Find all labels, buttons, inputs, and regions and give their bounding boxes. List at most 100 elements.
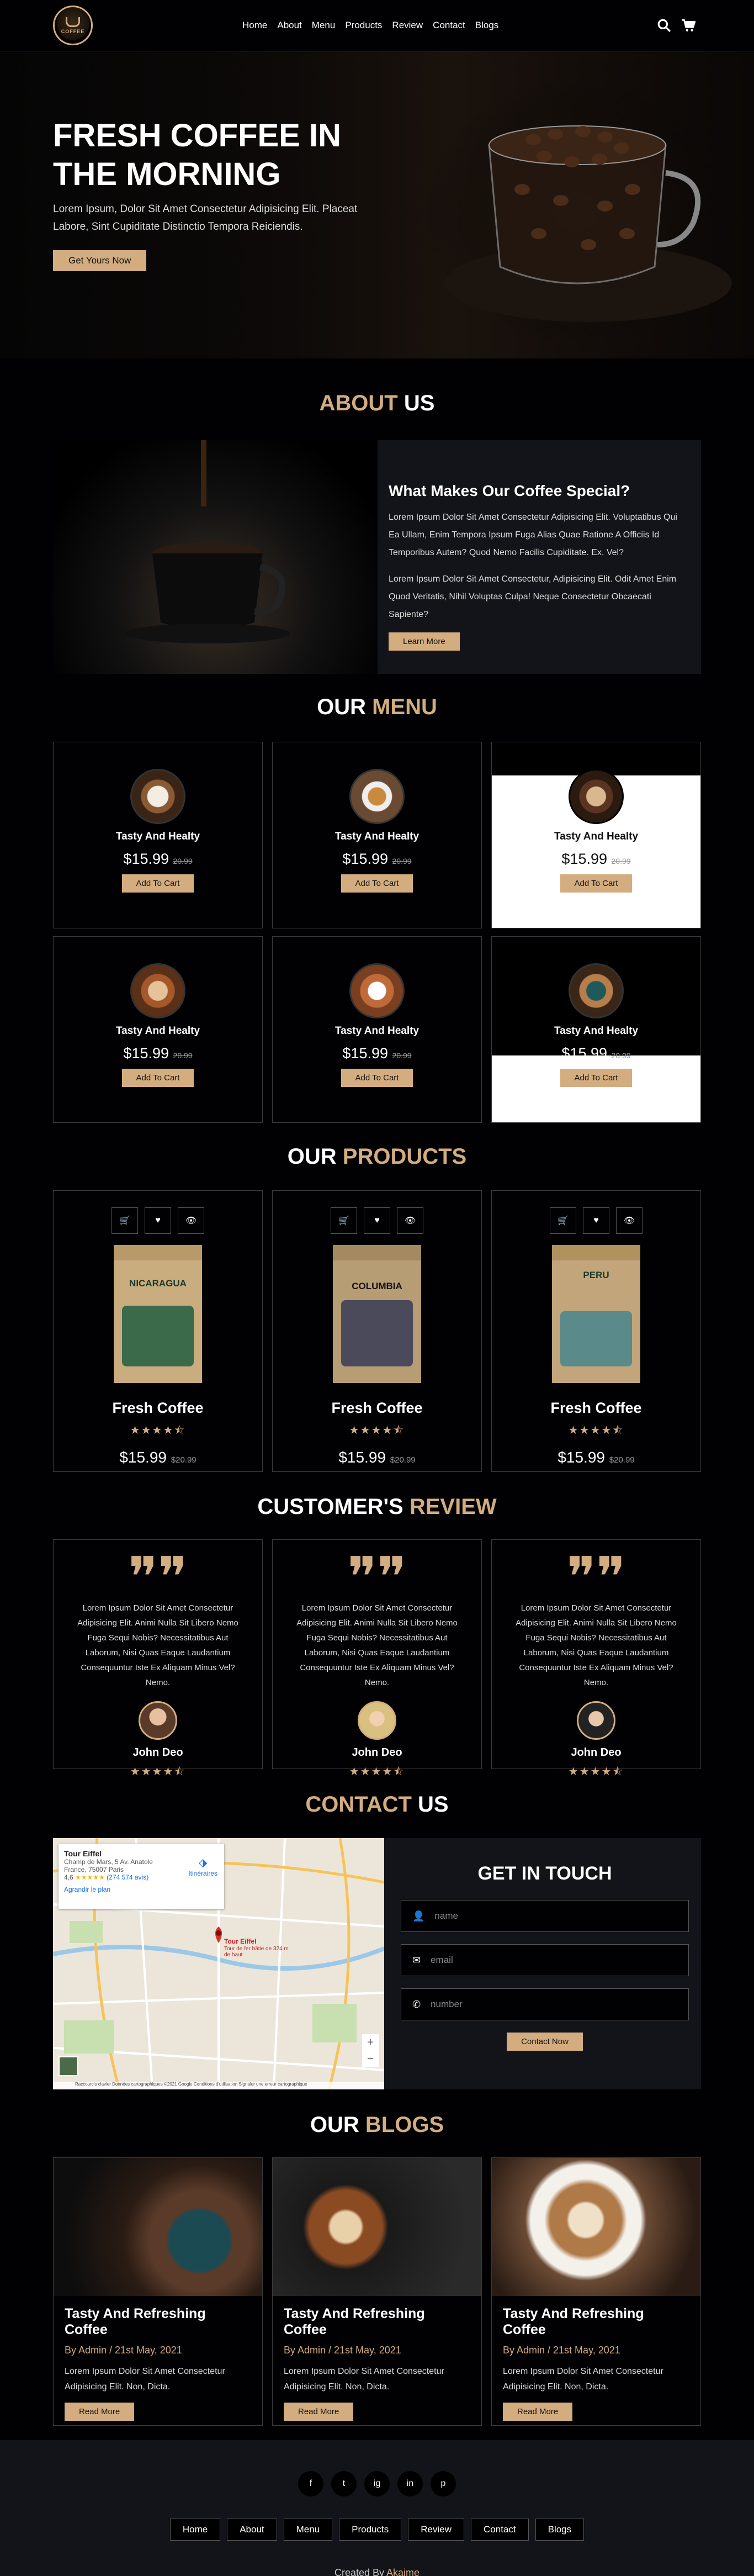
menu-card-hover: Tasty And Healty $15.99 20.99 Add To Car…	[491, 936, 701, 1123]
review-text: Lorem Ipsum Dolor Sit Amet Consectetur A…	[77, 1603, 238, 1687]
blog-card: Tasty And Refreshing Coffee By Admin / 21…	[491, 2157, 701, 2426]
product-card: 🛒 ♥ 👁 NICARAGUA Fresh Coffee ★★★★⯪ $15.99 …	[53, 1190, 263, 1472]
menu-grid: Tasty And Healty $15.99 20.99 Add To Car…	[53, 742, 701, 1123]
enlarge-map-link[interactable]: Agrandir le plan	[64, 1886, 219, 1893]
learn-more-button[interactable]: Learn More	[389, 632, 460, 651]
add-to-cart-button[interactable]: Add To Cart	[560, 874, 633, 893]
social-links: f t ig in p	[0, 2440, 754, 2496]
linkedin-icon[interactable]: in	[397, 2471, 423, 2496]
add-to-cart-button[interactable]: Add To Cart	[121, 1069, 194, 1087]
footer-link-home[interactable]: Home	[169, 2519, 221, 2541]
footer-link-review[interactable]: Review	[408, 2519, 465, 2541]
map-info-card: Tour Eiffel Champ de Mars, 5 Av. Anatole…	[59, 1844, 224, 1909]
blog-meta: By Admin / 21st May, 2021	[65, 2345, 182, 2356]
heart-icon[interactable]: ♥	[364, 1207, 390, 1234]
blogs-grid: Tasty And Refreshing Coffee By Admin / 21…	[53, 2157, 701, 2426]
add-to-cart-button[interactable]: Add To Cart	[341, 874, 413, 893]
credit: Created By Akaime	[334, 2567, 420, 2576]
add-to-cart-button[interactable]: Add To Cart	[121, 874, 194, 893]
cart-icon[interactable]: 🛒	[331, 1207, 357, 1234]
phone-icon: ✆	[412, 1998, 421, 2010]
footer-link-products[interactable]: Products	[339, 2519, 402, 2541]
menu-item-name: Tasty And Healty	[334, 1025, 420, 1037]
menu-item-price: $15.99 20.99	[561, 1045, 631, 1062]
menu-item-image	[349, 963, 405, 1018]
nav-blogs[interactable]: Blogs	[475, 20, 499, 31]
eye-icon[interactable]: 👁	[178, 1207, 204, 1234]
read-more-button[interactable]: Read More	[503, 2403, 573, 2421]
name-input[interactable]: 👤 name	[401, 1900, 689, 1932]
satellite-toggle[interactable]	[59, 2056, 78, 2076]
pinterest-icon[interactable]: p	[431, 2471, 456, 2496]
blog-image	[54, 2158, 262, 2296]
twitter-icon[interactable]: t	[331, 2471, 357, 2496]
nav-review[interactable]: Review	[392, 20, 423, 31]
nav-menu[interactable]: Menu	[312, 20, 336, 31]
menu-item-image	[130, 769, 185, 824]
blogs-title: OUR BLOGS	[310, 2113, 444, 2137]
rating-stars: ★★★★⯪	[349, 1766, 405, 1778]
contact-now-button[interactable]: Contact Now	[507, 2033, 583, 2051]
blog-meta: By Admin / 21st May, 2021	[284, 2345, 401, 2356]
footer-link-menu[interactable]: Menu	[283, 2519, 333, 2541]
menu-title: OUR MENU	[317, 695, 437, 719]
zoom-controls[interactable]: + −	[362, 2034, 379, 2067]
get-in-touch-heading: GET IN TOUCH	[477, 1863, 612, 1884]
search-icon[interactable]	[657, 18, 671, 33]
map-pin-label: Tour Eiffel	[224, 1938, 257, 1945]
get-yours-button[interactable]: Get Yours Now	[53, 250, 147, 271]
eye-icon[interactable]: 👁	[397, 1207, 423, 1234]
email-input[interactable]: ✉ email	[401, 1944, 689, 1976]
nav-contact[interactable]: Contact	[433, 20, 465, 31]
instagram-icon[interactable]: ig	[364, 2471, 390, 2496]
footer-link-blogs[interactable]: Blogs	[535, 2519, 585, 2541]
blog-title: Tasty And Refreshing Coffee	[65, 2306, 206, 2337]
footer-link-about[interactable]: About	[227, 2519, 277, 2541]
nav-products[interactable]: Products	[345, 20, 382, 31]
product-card: 🛒 ♥ 👁 COLUMBIA Fresh Coffee ★★★★⯪ $15.99 $…	[272, 1190, 482, 1472]
blog-text: Lorem Ipsum Dolor Sit Amet Consectetur A…	[503, 2367, 663, 2392]
menu-item-price: $15.99 20.99	[342, 1045, 412, 1062]
read-more-button[interactable]: Read More	[65, 2403, 135, 2421]
read-more-button[interactable]: Read More	[284, 2403, 354, 2421]
number-input[interactable]: ✆ number	[401, 1988, 689, 2020]
cart-icon[interactable]: 🛒	[111, 1207, 138, 1234]
hero-section: FRESH COFFEE IN THE MORNING Lorem Ipsum,…	[0, 51, 754, 358]
logo[interactable]: COFFEE	[53, 6, 93, 45]
add-to-cart-button[interactable]: Add To Cart	[341, 1069, 413, 1087]
menu-item-name: Tasty And Healty	[115, 831, 200, 842]
header-icons	[657, 18, 695, 33]
map-pin-sub: Tour de fer bâtie de 324 m de haut	[224, 1946, 289, 1958]
heart-icon[interactable]: ♥	[145, 1207, 171, 1234]
eye-icon[interactable]: 👁	[616, 1207, 643, 1234]
cart-icon[interactable]	[681, 18, 695, 33]
heart-icon[interactable]: ♥	[583, 1207, 609, 1234]
menu-item-name: Tasty And Healty	[334, 831, 420, 842]
cup-icon	[66, 17, 80, 27]
review-text: Lorem Ipsum Dolor Sit Amet Consectetur A…	[516, 1603, 677, 1687]
map[interactable]: Tour Eiffel Tour de fer bâtie de 324 m d…	[53, 1838, 384, 2089]
avatar	[577, 1701, 615, 1740]
blog-card: Tasty And Refreshing Coffee By Admin / 21…	[272, 2157, 482, 2426]
blog-title: Tasty And Refreshing Coffee	[284, 2306, 425, 2337]
coffee-pour-image	[53, 440, 378, 674]
about-section: What Makes Our Coffee Special? Lorem Ips…	[53, 440, 701, 674]
nav-about[interactable]: About	[277, 20, 301, 31]
map-attribution: Raccourcis clavier Données cartographiqu…	[53, 2082, 384, 2089]
products-title: OUR PRODUCTS	[287, 1144, 467, 1169]
avatar	[139, 1701, 177, 1740]
cart-icon[interactable]: 🛒	[550, 1207, 576, 1234]
directions-button[interactable]: ⬗ Itinéraires	[188, 1856, 217, 1877]
review-card: ❞❞ Lorem Ipsum Dolor Sit Amet Consectetu…	[272, 1539, 482, 1778]
quote-icon: ❞❞	[128, 1545, 188, 1609]
product-price: $15.99 $20.99	[557, 1449, 635, 1466]
menu-card: Tasty And Healty $15.99 20.99 Add To Car…	[53, 936, 263, 1123]
nav-home[interactable]: Home	[242, 20, 267, 31]
blog-text: Lorem Ipsum Dolor Sit Amet Consectetur A…	[65, 2367, 225, 2392]
facebook-icon[interactable]: f	[298, 2471, 323, 2496]
add-to-cart-button[interactable]: Add To Cart	[560, 1069, 633, 1087]
contact-section: Tour Eiffel Tour de fer bâtie de 324 m d…	[53, 1838, 701, 2089]
menu-item-name: Tasty And Healty	[554, 1025, 639, 1037]
footer-link-contact[interactable]: Contact	[471, 2519, 529, 2541]
menu-item-name: Tasty And Healty	[554, 831, 639, 842]
